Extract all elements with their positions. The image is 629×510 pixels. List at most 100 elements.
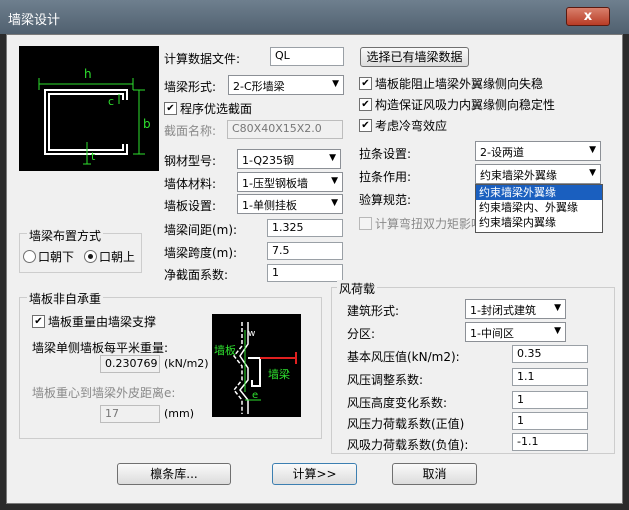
dim-t-label: t <box>91 150 96 163</box>
adjust-input[interactable]: 1.1 <box>512 368 588 386</box>
section-name-label: 截面名称: <box>164 124 217 138</box>
steel-grade-select[interactable]: 1-Q235钢 ▼ <box>237 149 341 169</box>
chevron-down-icon: ▼ <box>331 198 338 208</box>
load-beam-label: 墙梁 <box>268 367 290 381</box>
beam-span-label: 墙梁跨度(m): <box>164 246 238 260</box>
height-coef-label: 风压高度变化系数: <box>347 396 448 410</box>
wall-material-label: 墙体材料: <box>164 177 217 191</box>
dialog-body: h b c t 计算数据文件: QL 选择已有墙梁数据 墙梁形式: 2-C形墙梁… <box>6 34 623 504</box>
neg-coef-label: 风吸力荷载系数(负值): <box>347 438 469 452</box>
center-distance-input: 17 <box>100 405 160 423</box>
program-optimize-checkbox[interactable]: ✔ <box>164 102 177 115</box>
option-checkbox-3[interactable]: ✔ <box>359 119 372 132</box>
chevron-down-icon: ▼ <box>331 176 338 186</box>
torsion-label: 计算弯扭双力矩影响 <box>375 217 484 231</box>
layout-up-radio[interactable] <box>84 250 97 263</box>
beam-form-select[interactable]: 2-C形墙梁 ▼ <box>228 75 344 95</box>
zone-value: 1-中间区 <box>470 327 514 340</box>
neg-coef-input[interactable]: -1.1 <box>512 433 588 451</box>
building-form-label: 建筑形式: <box>347 304 400 318</box>
steel-grade-value: 1-Q235钢 <box>242 154 295 167</box>
purlin-library-button[interactable]: 檩条库... <box>117 463 231 485</box>
dropdown-option[interactable]: 约束墙梁内、外翼缘 <box>476 200 602 215</box>
base-pressure-label: 基本风压值(kN/m2): <box>347 350 460 364</box>
unit-weight-input[interactable]: 0.230769 <box>100 355 160 373</box>
title-bar <box>0 0 629 34</box>
dropdown-option[interactable]: 约束墙梁外翼缘 <box>476 185 602 200</box>
unit-weight-label: 墙梁单侧墙板每平米重量: <box>32 341 169 355</box>
chevron-down-icon: ▼ <box>554 326 561 336</box>
select-existing-button[interactable]: 选择已有墙梁数据 <box>360 47 469 67</box>
center-distance-label: 墙板重心到墙梁外皮距离e: <box>32 386 176 400</box>
tie-function-dropdown: 约束墙梁外翼缘 约束墙梁内、外翼缘 约束墙梁内翼缘 <box>475 184 603 233</box>
steel-grade-label: 钢材型号: <box>164 154 217 168</box>
option-label-3: 考虑冷弯效应 <box>375 119 448 133</box>
pos-coef-label: 风压力荷载系数(正值) <box>347 417 465 431</box>
chevron-down-icon: ▼ <box>332 79 339 89</box>
dim-c-label: c <box>108 95 114 108</box>
cancel-button[interactable]: 取消 <box>392 463 477 485</box>
load-w-label: w <box>248 329 255 339</box>
tie-function-select[interactable]: 约束墙梁外翼缘 ▼ <box>475 164 601 184</box>
net-section-label: 净截面系数: <box>164 268 229 282</box>
wind-title: 风荷载 <box>337 280 378 297</box>
option-checkbox-1[interactable]: ✔ <box>359 77 372 90</box>
zone-select[interactable]: 1-中间区 ▼ <box>465 322 566 342</box>
net-section-input[interactable]: 1 <box>267 264 343 282</box>
beam-span-input[interactable]: 7.5 <box>267 242 343 260</box>
beam-form-value: 2-C形墙梁 <box>233 80 285 93</box>
building-form-value: 1-封闭式建筑 <box>470 304 536 317</box>
chevron-down-icon: ▼ <box>589 145 596 155</box>
tie-function-value: 约束墙梁外翼缘 <box>480 169 557 182</box>
center-distance-unit: (mm) <box>164 407 195 420</box>
wall-material-value: 1-压型钢板墙 <box>242 177 308 190</box>
calc-file-input[interactable]: QL <box>270 47 344 66</box>
zone-label: 分区: <box>347 327 376 341</box>
beam-spacing-label: 墙梁间距(m): <box>164 223 238 237</box>
load-panel-label: 墙板 <box>214 343 236 357</box>
layout-up-label: 口朝上 <box>99 250 136 264</box>
base-pressure-input[interactable]: 0.35 <box>512 345 588 363</box>
adjust-label: 风压调整系数: <box>347 373 424 387</box>
chevron-down-icon: ▼ <box>329 153 336 163</box>
window-title: 墙梁设计 <box>8 13 61 28</box>
dim-h-label: h <box>84 67 92 81</box>
layout-group-title: 墙梁布置方式 <box>27 227 104 244</box>
section-diagram: h b c t <box>19 46 159 171</box>
beam-spacing-input[interactable]: 1.325 <box>267 219 343 237</box>
option-checkbox-2[interactable]: ✔ <box>359 98 372 111</box>
wall-material-select[interactable]: 1-压型钢板墙 ▼ <box>237 172 343 192</box>
tie-function-label: 拉条作用: <box>359 170 412 184</box>
beam-form-label: 墙梁形式: <box>164 80 217 94</box>
dropdown-option[interactable]: 约束墙梁内翼缘 <box>476 215 602 230</box>
program-optimize-label: 程序优选截面 <box>180 102 253 116</box>
wall-panel-label: 墙板设置: <box>164 199 217 213</box>
building-form-select[interactable]: 1-封闭式建筑 ▼ <box>465 299 566 319</box>
pos-coef-input[interactable]: 1 <box>512 412 588 430</box>
torsion-checkbox[interactable] <box>359 217 372 230</box>
self-weight-support-checkbox[interactable]: ✔ <box>32 315 45 328</box>
wall-panel-select[interactable]: 1-单侧挂板 ▼ <box>237 194 343 214</box>
calculate-button[interactable]: 计算>> <box>272 463 357 485</box>
tie-setting-value: 2-设两道 <box>480 146 524 159</box>
option-label-2: 构造保证风吸力内翼缘侧向稳定性 <box>375 98 556 112</box>
chevron-down-icon: ▼ <box>554 303 561 313</box>
height-coef-input[interactable]: 1 <box>512 391 588 409</box>
load-diagram: w 墙板 墙梁 e <box>212 314 301 417</box>
wall-panel-value: 1-单侧挂板 <box>242 199 297 212</box>
unit-weight-unit: (kN/m2) <box>164 357 209 370</box>
layout-down-label: 口朝下 <box>38 250 75 264</box>
self-weight-support-label: 墙板重量由墙梁支撑 <box>48 315 157 329</box>
self-weight-title: 墙板非自承重 <box>27 290 104 307</box>
check-code-label: 验算规范: <box>359 193 412 207</box>
tie-setting-label: 拉条设置: <box>359 147 412 161</box>
dim-b-label: b <box>143 117 151 131</box>
option-label-1: 墙板能阻止墙梁外翼缘侧向失稳 <box>375 77 544 91</box>
tie-setting-select[interactable]: 2-设两道 ▼ <box>475 141 601 161</box>
close-button[interactable]: x <box>566 7 610 26</box>
calc-file-label: 计算数据文件: <box>164 52 241 66</box>
chevron-down-icon: ▼ <box>589 168 596 178</box>
load-e-label: e <box>252 390 258 401</box>
layout-down-radio[interactable] <box>23 250 36 263</box>
section-name-input: C80X40X15X2.0 <box>227 120 343 139</box>
